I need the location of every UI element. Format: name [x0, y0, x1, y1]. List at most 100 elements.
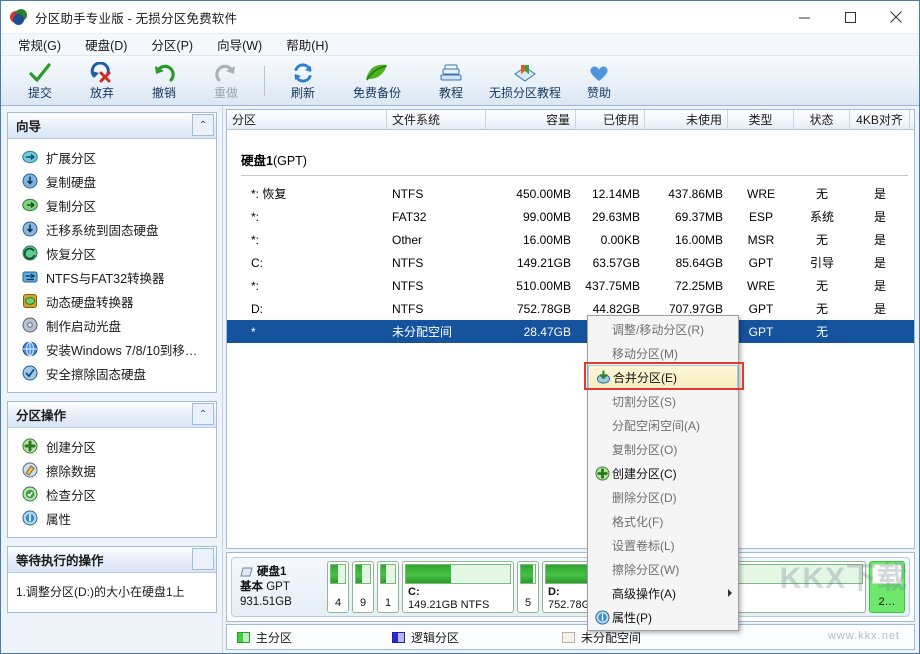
disk-map-segment[interactable]: 4	[327, 561, 349, 613]
menu-partition[interactable]: 分区(P)	[139, 33, 205, 56]
disk-icon	[240, 567, 253, 578]
sidebar-item-properties[interactable]: 属性	[8, 506, 216, 530]
minimize-button[interactable]	[781, 1, 827, 34]
wizard-panel-header: 向导 ⌃	[8, 113, 216, 139]
close-button[interactable]	[873, 1, 919, 34]
column-header-capacity[interactable]: 容量	[486, 110, 576, 129]
context-menu-item-set-label[interactable]: 设置卷标(L)	[588, 533, 738, 557]
sidebar-item-extend-partition[interactable]: 扩展分区	[8, 145, 216, 169]
cell-type: WRE	[728, 187, 794, 201]
toolbar-discard[interactable]: 放弃	[71, 57, 133, 105]
empty-icon	[592, 537, 612, 553]
toolbar-refresh-label: 刷新	[291, 86, 315, 100]
context-menu-item-copy-partition[interactable]: 复制分区(O)	[588, 437, 738, 461]
column-header-partition[interactable]: 分区	[227, 110, 387, 129]
legend-primary: 主分区	[237, 629, 392, 646]
context-menu-label: 擦除分区(W)	[612, 561, 738, 578]
sidebar-item-recover-partition[interactable]: 恢复分区	[8, 241, 216, 265]
toolbar-commit-label: 提交	[28, 86, 52, 100]
pending-collapse-button[interactable]	[192, 548, 214, 570]
sidebar-item-secure-erase[interactable]: 安全擦除固态硬盘	[8, 361, 216, 385]
sidebar-item-boot-cd[interactable]: 制作启动光盘	[8, 313, 216, 337]
column-header-status[interactable]: 状态	[794, 110, 850, 129]
wizard-collapse-button[interactable]: ⌃	[192, 114, 214, 136]
toolbar-donate[interactable]: 赞助	[568, 57, 630, 105]
segment-sublabel: 5	[525, 597, 531, 610]
column-header-filesystem[interactable]: 文件系统	[387, 110, 486, 129]
table-row[interactable]: *: FAT32 99.00MB 29.63MB 69.37MB ESP 系统 …	[227, 205, 914, 228]
tutorial-icon	[439, 61, 463, 85]
menu-help[interactable]: 帮助(H)	[274, 33, 340, 56]
cell-free: 72.25MB	[645, 279, 728, 293]
column-header-alignment[interactable]: 4KB对齐	[850, 110, 910, 129]
properties-icon	[592, 609, 612, 625]
create-partition-icon	[22, 438, 38, 454]
context-menu-item-allocate-free-space[interactable]: 分配空闲空间(A)	[588, 413, 738, 437]
context-menu-item-resize-move[interactable]: 调整/移动分区(R)	[588, 317, 738, 341]
sidebar-item-copy-disk[interactable]: 复制硬盘	[8, 169, 216, 193]
cell-free: 85.64GB	[645, 256, 728, 270]
cell-partition: C:	[227, 256, 387, 270]
context-menu-item-wipe-partition[interactable]: 擦除分区(W)	[588, 557, 738, 581]
table-row-selected[interactable]: * 未分配空间 28.47GB 0.00KB 28.47GB GPT 无	[227, 320, 914, 343]
column-header-free[interactable]: 未使用	[645, 110, 728, 129]
disk-map-segment-unallocated[interactable]: 2…	[869, 561, 905, 613]
menu-general[interactable]: 常规(G)	[6, 33, 73, 56]
sidebar-item-migrate-os[interactable]: 迁移系统到固态硬盘	[8, 217, 216, 241]
sidebar-item-win-to-go[interactable]: 安装Windows 7/8/10到移…	[8, 337, 216, 361]
disk-map-segment-c[interactable]: C: 149.21GB NTFS	[402, 561, 514, 613]
undo-icon	[152, 61, 176, 85]
column-header-used[interactable]: 已使用	[576, 110, 645, 129]
toolbar-undo[interactable]: 撤销	[133, 57, 195, 105]
sidebar-item-check-partition[interactable]: 检查分区	[8, 482, 216, 506]
sidebar-item-copy-partition[interactable]: 复制分区	[8, 193, 216, 217]
context-menu-item-format[interactable]: 格式化(F)	[588, 509, 738, 533]
partition-ops-panel-header: 分区操作 ⌃	[8, 402, 216, 428]
toolbar-refresh[interactable]: 刷新	[272, 57, 334, 105]
cell-used: 63.57GB	[576, 256, 645, 270]
maximize-button[interactable]	[827, 1, 873, 34]
toolbar-redo[interactable]: 重做	[195, 57, 257, 105]
usage-bar	[520, 564, 536, 584]
table-row[interactable]: *: Other 16.00MB 0.00KB 16.00MB MSR 无 是	[227, 228, 914, 251]
cell-type: GPT	[728, 302, 794, 316]
sidebar-label: 安全擦除固态硬盘	[46, 364, 146, 383]
watermark-url: www.kkx.net	[828, 630, 900, 642]
context-menu-item-advanced[interactable]: 高级操作(A)	[588, 581, 738, 605]
sidebar-item-create-partition[interactable]: 创建分区	[8, 434, 216, 458]
table-header: 分区 文件系统 容量 已使用 未使用 类型 状态 4KB对齐	[227, 110, 914, 130]
sidebar-item-wipe-data[interactable]: 擦除数据	[8, 458, 216, 482]
context-menu-item-move[interactable]: 移动分区(M)	[588, 341, 738, 365]
context-menu-item-split[interactable]: 切割分区(S)	[588, 389, 738, 413]
disk-map: 硬盘1 基本 GPT 931.51GB 4 9	[226, 552, 915, 622]
disk-map-segment[interactable]: 5	[517, 561, 539, 613]
pending-operation-item[interactable]: 1.调整分区(D:)的大小在硬盘1上	[16, 583, 216, 600]
column-header-type[interactable]: 类型	[728, 110, 794, 129]
disk-map-segment[interactable]: 1	[377, 561, 399, 613]
context-menu-item-merge[interactable]: 合并分区(E)	[588, 365, 738, 389]
dynamic-disk-icon	[22, 293, 38, 309]
toolbar-commit[interactable]: 提交	[9, 57, 71, 105]
context-menu-item-properties[interactable]: 属性(P)	[588, 605, 738, 629]
menu-wizard[interactable]: 向导(W)	[205, 33, 274, 56]
toolbar-guide[interactable]: 无损分区教程	[482, 57, 568, 105]
sidebar-item-dynamic-disk[interactable]: 动态硬盘转换器	[8, 289, 216, 313]
disk-map-segment[interactable]: 9	[352, 561, 374, 613]
sidebar-item-convert-fs[interactable]: NTFS与FAT32转换器	[8, 265, 216, 289]
sidebar-label: 创建分区	[46, 437, 96, 456]
context-menu-item-create-partition[interactable]: 创建分区(C)	[588, 461, 738, 485]
cell-filesystem: NTFS	[387, 302, 486, 316]
table-row[interactable]: *: 恢复 NTFS 450.00MB 12.14MB 437.86MB WRE…	[227, 182, 914, 205]
context-menu-label: 格式化(F)	[612, 513, 738, 530]
table-row[interactable]: D: NTFS 752.78GB 44.82GB 707.97GB GPT 无 …	[227, 297, 914, 320]
table-row[interactable]: C: NTFS 149.21GB 63.57GB 85.64GB GPT 引导 …	[227, 251, 914, 274]
disk-map-disk1[interactable]: 硬盘1 基本 GPT 931.51GB 4 9	[231, 557, 910, 617]
menu-disk[interactable]: 硬盘(D)	[73, 33, 139, 56]
cell-status: 无	[794, 277, 850, 294]
toolbar-free-backup[interactable]: 免费备份	[334, 57, 420, 105]
context-menu-item-delete-partition[interactable]: 删除分区(D)	[588, 485, 738, 509]
toolbar-tutorial[interactable]: 教程	[420, 57, 482, 105]
table-row[interactable]: *: NTFS 510.00MB 437.75MB 72.25MB WRE 无 …	[227, 274, 914, 297]
partition-ops-collapse-button[interactable]: ⌃	[192, 403, 214, 425]
cell-type: WRE	[728, 279, 794, 293]
